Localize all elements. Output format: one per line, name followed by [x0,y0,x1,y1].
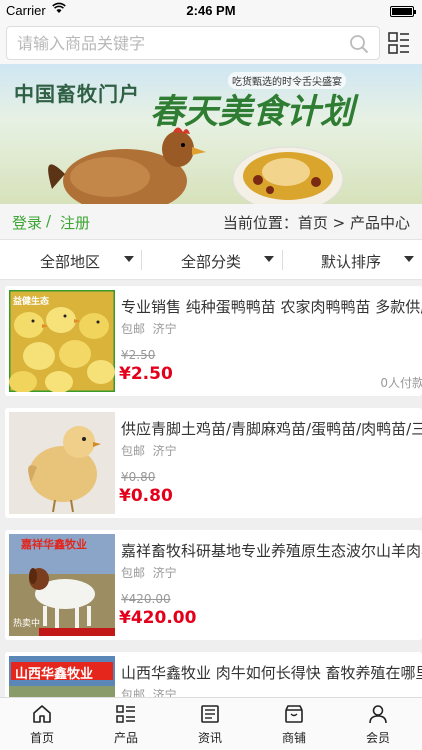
category-menu-icon[interactable] [388,32,410,54]
product-image-caption: 嘉祥华鑫牧业 [21,538,87,551]
user-icon [369,705,387,724]
product-title: 供应青脚土鸡苗/青脚麻鸡苗/蛋鸭苗/肉鸭苗/三黄鸡苗 [121,420,422,438]
product-shipping: 包邮 济宁 [121,442,177,459]
product-shipping: 包邮 济宁 [121,320,177,337]
product-card[interactable]: 益健生态 专业销售 纯种蛋鸭鸭苗 农家肉鸭鸭苗 多款供应 包邮 济宁 ¥2.50… [5,286,422,396]
city-label: 济宁 [152,566,177,580]
search-icon[interactable] [349,34,369,54]
login-bar: 登录 / 注册 当前位置：首页 > 产品中心 [0,204,422,240]
original-price: ¥420.00 [121,592,171,606]
product-title: 嘉祥畜牧科研基地专业养殖原生态波尔山羊肉羊 [121,542,422,560]
product-price: ¥0.80 [119,486,173,506]
clock: 2:46 PM [186,3,236,18]
product-card[interactable]: 供应青脚土鸡苗/青脚麻鸡苗/蛋鸭苗/肉鸭苗/三黄鸡苗 包邮 济宁 ¥0.80 ¥… [5,408,422,518]
hot-sale-tag: 热卖中 [13,619,41,629]
tab-home[interactable]: 首页 [0,698,84,750]
register-link[interactable]: 注册 [60,212,90,233]
chevron-down-icon [124,256,134,262]
tab-home-label: 首页 [29,731,54,745]
shipping-label: 包邮 [121,444,146,458]
tab-products[interactable]: 产品 [84,698,168,750]
product-title: 专业销售 纯种蛋鸭鸭苗 农家肉鸭鸭苗 多款供应 [121,298,422,316]
tab-member-label: 会员 [365,731,390,745]
filter-category-label: 全部分类 [181,253,242,271]
banner-chicken-image [48,127,206,204]
login-separator: / [46,212,52,230]
filter-bar: 全部地区 全部分类 默认排序 [0,240,422,280]
header [0,22,422,64]
banner-soup-image [232,146,344,204]
search-input[interactable] [7,27,327,59]
filter-sort[interactable]: 默认排序 [282,240,422,280]
banner-site-name: 中国畜牧门户 [14,82,140,106]
sales-count: 0人付款 [380,376,422,390]
promo-banner[interactable]: 中国畜牧门户 吃货甄选的时令舌尖盛宴 春天美食计划 [0,64,422,204]
tab-store[interactable]: 商铺 [252,698,336,750]
original-price: ¥0.80 [121,470,156,484]
tab-member[interactable]: 会员 [336,698,420,750]
product-image: 益健生态 [9,290,115,392]
store-icon [285,705,303,723]
bottom-tab-bar: 首页 产品 资讯 商铺 会员 [0,697,422,750]
filter-region[interactable]: 全部地区 [0,240,140,280]
battery-icon [390,6,416,17]
city-label: 济宁 [152,322,177,336]
product-image-caption: 益健生态 [13,297,50,307]
tab-news-label: 资讯 [197,731,222,745]
product-price: ¥420.00 [119,608,197,628]
product-card[interactable]: 嘉祥华鑫牧业 热卖中 嘉祥畜牧科研基地专业养殖原生态波尔山羊肉羊 包邮 济宁 ¥… [5,530,422,640]
shipping-label: 包邮 [121,566,146,580]
product-image: 嘉祥华鑫牧业 热卖中 [9,534,115,636]
original-price: ¥2.50 [121,348,156,362]
breadcrumb: 当前位置：首页 > 产品中心 [222,214,410,232]
shipping-label: 包邮 [121,322,146,336]
status-bar: Carrier 2:46 PM [0,0,422,22]
tab-store-label: 商铺 [281,731,306,745]
home-icon [33,705,51,723]
search-box[interactable] [6,26,380,60]
city-label: 济宁 [152,444,177,458]
login-link[interactable]: 登录 [12,212,42,233]
filter-category[interactable]: 全部分类 [141,240,281,280]
news-icon [201,705,219,723]
tab-products-label: 产品 [113,731,138,745]
chevron-down-icon [404,256,414,262]
list-icon [116,705,135,723]
product-image-caption: 山西华鑫牧业 [15,667,94,682]
tab-news[interactable]: 资讯 [168,698,252,750]
product-price: ¥2.50 [119,364,173,384]
product-image [9,412,115,514]
filter-region-label: 全部地区 [40,253,101,271]
chevron-down-icon [264,256,274,262]
product-title: 山西华鑫牧业 肉牛如何长得快 畜牧养殖在哪里 [121,664,422,682]
filter-sort-label: 默认排序 [321,253,382,271]
product-shipping: 包邮 济宁 [121,564,177,581]
